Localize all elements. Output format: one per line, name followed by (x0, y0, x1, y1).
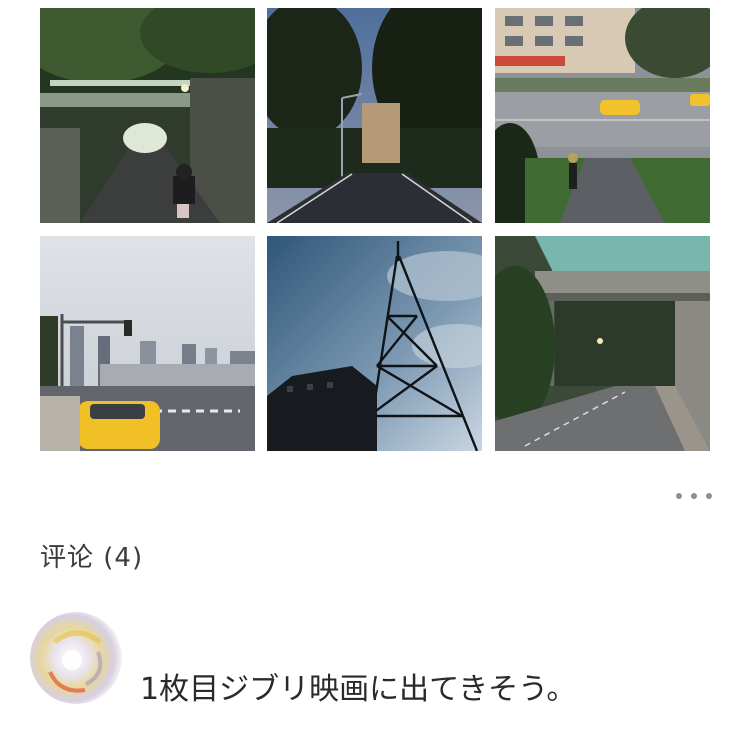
gallery-photo-1[interactable] (40, 8, 255, 223)
gallery-photo-4[interactable] (40, 236, 255, 451)
gallery-photo-2[interactable] (267, 8, 482, 223)
gallery-photo-5[interactable] (267, 236, 482, 451)
photo-grid (40, 8, 710, 451)
more-dot-icon (706, 493, 712, 499)
gallery-photo-3[interactable] (495, 8, 710, 223)
comment-item: 1枚目ジブリ映画に出てきそう。 (30, 612, 730, 712)
more-dot-icon (691, 493, 697, 499)
comments-title: 评论 (4) (40, 543, 144, 573)
avatar[interactable] (30, 612, 122, 704)
more-dot-icon (676, 493, 682, 499)
more-options-button[interactable] (676, 488, 712, 504)
gallery-photo-6[interactable] (495, 236, 710, 451)
comment-text: 1枚目ジブリ映画に出てきそう。 (140, 672, 577, 707)
